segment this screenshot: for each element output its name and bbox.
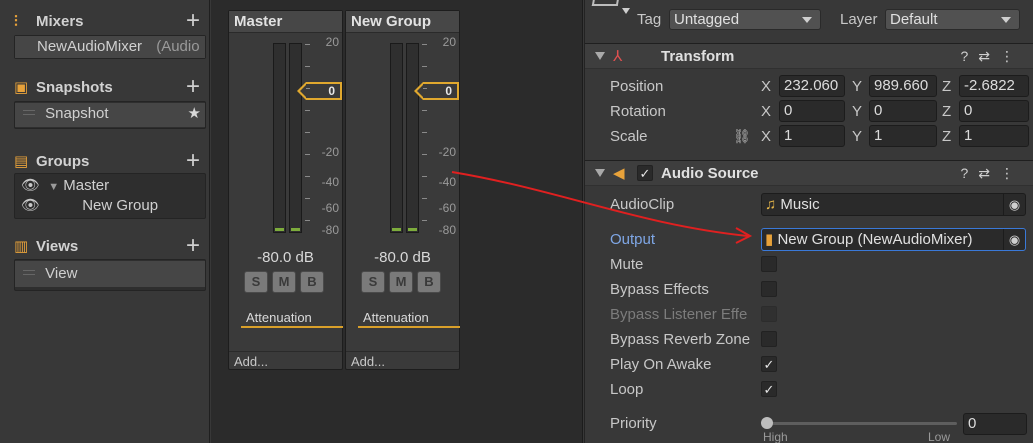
view-item[interactable]: View xyxy=(15,261,205,287)
tag-dropdown[interactable]: Untagged xyxy=(669,9,821,30)
mixer-strips-area: Master 20 -20 -40 -60 -80 0 -80.0 dB S M… xyxy=(211,0,583,443)
add-view-button[interactable]: + xyxy=(186,232,200,260)
audioclip-icon: ♫ xyxy=(765,196,777,213)
mixers-header: ⫶ Mixers + xyxy=(14,7,200,35)
foldout-arrow-icon[interactable] xyxy=(595,169,605,177)
layer-dropdown[interactable]: Default xyxy=(885,9,1020,30)
camera-icon: ▣ xyxy=(14,79,29,96)
play-on-awake-checkbox[interactable]: ✓ xyxy=(761,356,777,372)
snapshot-item[interactable]: Snapshot ★ xyxy=(15,103,205,127)
foldout-arrow-icon[interactable] xyxy=(595,52,605,60)
chevron-down-icon xyxy=(802,17,812,23)
add-effect-button[interactable]: Add... xyxy=(229,351,342,369)
group-item-master[interactable]: 👁 ▼ Master xyxy=(15,176,205,196)
scale-y-field[interactable]: 1 xyxy=(869,125,937,147)
solo-button[interactable]: S xyxy=(244,271,268,293)
priority-slider-track[interactable] xyxy=(767,422,957,425)
strip-new-group: New Group 20 -20 -40 -60 -80 0 -80.0 dB … xyxy=(345,10,460,370)
bypass-reverb-zones-checkbox[interactable] xyxy=(761,331,777,347)
strip-title: New Group xyxy=(346,11,459,33)
audio-source-header[interactable]: ◀ ✓ Audio Source ?⇄⋮ xyxy=(585,160,1033,186)
mute-button[interactable]: M xyxy=(272,271,296,293)
gameobject-icon xyxy=(591,0,621,6)
level-meter-right xyxy=(406,43,419,233)
eye-icon[interactable]: 👁 xyxy=(21,177,40,194)
rotation-y-field[interactable]: 0 xyxy=(869,100,937,122)
chevron-down-icon[interactable] xyxy=(622,8,630,14)
scale-x-field[interactable]: 1 xyxy=(779,125,845,147)
drag-handle-icon[interactable] xyxy=(23,110,35,116)
chevron-down-icon xyxy=(1001,17,1011,23)
bypass-button[interactable]: B xyxy=(417,271,441,293)
object-picker-icon[interactable]: ◉ xyxy=(1003,194,1025,215)
level-meter-left xyxy=(390,43,403,233)
views-header: ▥ Views + xyxy=(14,232,200,260)
bypass-listener-effects-checkbox xyxy=(761,306,777,322)
level-meter-left xyxy=(273,43,286,233)
position-z-field[interactable]: -2.6822 xyxy=(959,75,1029,97)
level-meter-right xyxy=(289,43,302,233)
speaker-icon: ◀ xyxy=(613,165,625,182)
attenuation-effect[interactable]: Attenuation xyxy=(358,308,460,328)
mixer-sliders-icon: ⫶ xyxy=(14,12,18,30)
strip-title: Master xyxy=(229,11,342,33)
star-icon[interactable]: ★ xyxy=(188,103,201,125)
mute-button[interactable]: M xyxy=(389,271,413,293)
eye-icon[interactable]: 👁 xyxy=(21,197,40,214)
groups-header: ▤ Groups + xyxy=(14,147,200,175)
scale-z-field[interactable]: 1 xyxy=(959,125,1029,147)
loop-checkbox[interactable]: ✓ xyxy=(761,381,777,397)
transform-header[interactable]: ⅄ Transform ?⇄⋮ xyxy=(585,43,1033,69)
priority-slider-handle[interactable] xyxy=(761,417,773,429)
level-readout: -80.0 dB xyxy=(374,249,431,266)
bypass-effects-checkbox[interactable] xyxy=(761,281,777,297)
add-snapshot-button[interactable]: + xyxy=(186,73,200,101)
views-icon: ▥ xyxy=(14,238,29,255)
solo-button[interactable]: S xyxy=(361,271,385,293)
volume-fader-knob[interactable]: 0 xyxy=(414,82,459,100)
volume-fader-knob[interactable]: 0 xyxy=(297,82,342,100)
component-header-icons[interactable]: ?⇄⋮ xyxy=(960,48,1024,65)
transform-icon: ⅄ xyxy=(613,48,623,65)
level-readout: -80.0 dB xyxy=(257,249,314,266)
add-effect-button[interactable]: Add... xyxy=(346,351,459,369)
snapshots-list: Snapshot ★ xyxy=(14,101,206,129)
add-group-button[interactable]: + xyxy=(186,147,200,175)
rotation-x-field[interactable]: 0 xyxy=(779,100,845,122)
snapshots-header: ▣ Snapshots + xyxy=(14,73,200,101)
groups-icon: ▤ xyxy=(14,153,29,170)
priority-value-field[interactable]: 0 xyxy=(963,413,1027,435)
chevron-down-icon[interactable]: ▼ xyxy=(48,181,59,193)
group-item-new-group[interactable]: 👁 New Group xyxy=(15,196,205,216)
drag-handle-icon[interactable] xyxy=(23,270,35,276)
mixer-sidebar: ⫶ Mixers + NewAudioMixer (Audio ▣ Snapsh… xyxy=(0,0,210,443)
add-mixer-button[interactable]: + xyxy=(186,7,200,35)
component-header-icons[interactable]: ?⇄⋮ xyxy=(960,165,1024,182)
audioclip-field[interactable]: ♫ Music ◉ xyxy=(761,193,1026,216)
enable-checkbox[interactable]: ✓ xyxy=(637,165,653,181)
mixer-item[interactable]: NewAudioMixer (Audio xyxy=(15,36,205,58)
constrain-proportions-icon[interactable]: ⛓ xyxy=(733,128,751,145)
output-field[interactable]: ▮ New Group (NewAudioMixer) ◉ xyxy=(761,228,1026,251)
attenuation-effect[interactable]: Attenuation xyxy=(241,308,343,328)
position-y-field[interactable]: 989.660 xyxy=(869,75,937,97)
object-picker-icon[interactable]: ◉ xyxy=(1003,229,1025,250)
strip-master: Master 20 -20 -40 -60 -80 0 -80.0 dB S M… xyxy=(228,10,343,370)
views-list: View xyxy=(14,259,206,291)
inspector-panel: Tag Untagged Layer Default ⅄ Transform ?… xyxy=(584,0,1033,443)
groups-list: 👁 ▼ Master 👁 New Group xyxy=(14,173,206,219)
position-x-field[interactable]: 232.060 xyxy=(779,75,845,97)
mixers-list: NewAudioMixer (Audio xyxy=(14,35,206,59)
rotation-z-field[interactable]: 0 xyxy=(959,100,1029,122)
bypass-button[interactable]: B xyxy=(300,271,324,293)
mute-checkbox[interactable] xyxy=(761,256,777,272)
mixer-group-icon: ▮ xyxy=(765,231,774,248)
